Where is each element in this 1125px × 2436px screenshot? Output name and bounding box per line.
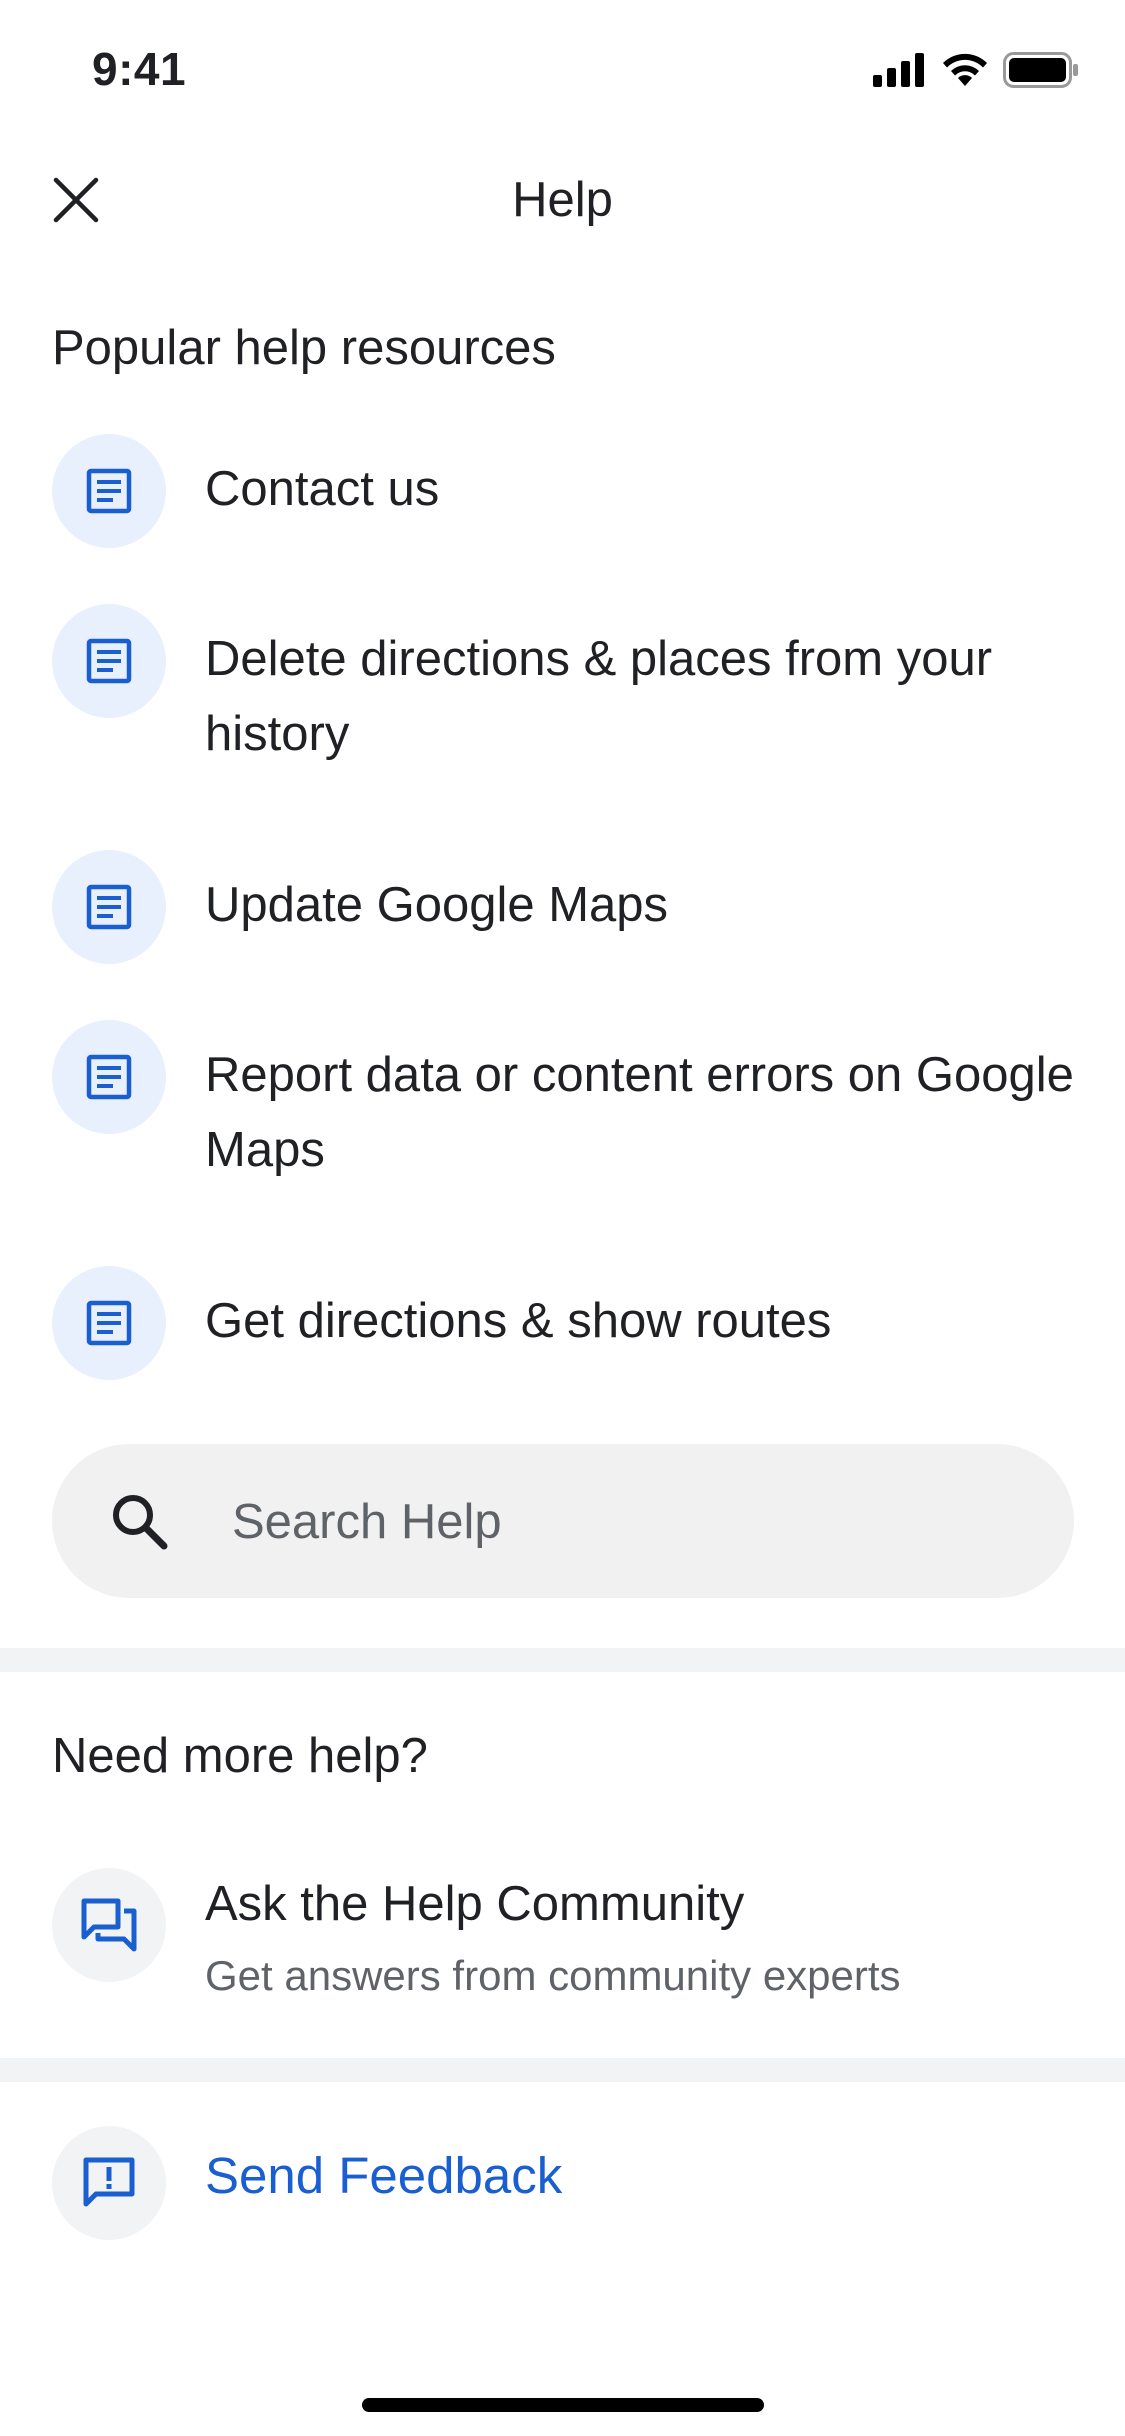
article-icon [86, 884, 132, 930]
section-title-more-help: Need more help? [52, 1729, 428, 1783]
article-icon [86, 468, 132, 514]
resource-item-report-errors[interactable]: Report data or content errors on Google … [0, 1020, 1125, 1200]
resource-label: Report data or content errors on Google … [205, 1048, 1074, 1177]
community-subtitle: Get answers from community experts [205, 1952, 901, 1999]
resource-item-update-maps[interactable]: Update Google Maps [0, 850, 1125, 964]
wifi-icon [943, 53, 987, 86]
header: Help [0, 140, 1125, 260]
forum-icon-circle [52, 1868, 166, 1982]
community-title: Ask the Help Community [205, 1877, 745, 1931]
resource-item-contact-us[interactable]: Contact us [0, 434, 1125, 548]
article-icon-circle [52, 434, 166, 548]
search-input[interactable]: Search Help [52, 1444, 1074, 1598]
page-title: Help [512, 173, 613, 227]
article-icon-circle [52, 850, 166, 964]
article-icon [86, 1300, 132, 1346]
resource-label: Delete directions & places from your his… [205, 632, 993, 761]
home-indicator[interactable] [362, 2398, 764, 2412]
resource-label: Contact us [205, 462, 440, 516]
section-title-popular: Popular help resources [52, 321, 556, 375]
resource-item-get-directions[interactable]: Get directions & show routes [0, 1266, 1125, 1380]
send-feedback-label[interactable]: Send Feedback [205, 2146, 562, 2205]
article-icon [86, 1054, 132, 1100]
forum-icon [81, 1898, 137, 1952]
status-bar: 9:41 [0, 0, 1125, 140]
search-placeholder: Search Help [232, 1495, 502, 1549]
section-divider [0, 2058, 1125, 2082]
article-icon-circle [52, 1266, 166, 1380]
section-divider [0, 1648, 1125, 1672]
article-icon-circle [52, 1020, 166, 1134]
resource-label: Get directions & show routes [205, 1294, 832, 1348]
signal-icon [873, 53, 924, 87]
battery-icon [1003, 52, 1078, 88]
article-icon-circle [52, 604, 166, 718]
send-feedback-button[interactable] [0, 2126, 1125, 2240]
resource-item-delete-history[interactable]: Delete directions & places from your his… [0, 604, 1125, 784]
status-time: 9:41 [92, 43, 187, 95]
status-icons [873, 50, 1079, 90]
article-icon [86, 638, 132, 684]
feedback-icon-circle [52, 2126, 166, 2240]
feedback-icon [83, 2157, 135, 2207]
search-icon [113, 1495, 168, 1550]
resource-label: Update Google Maps [205, 878, 669, 932]
